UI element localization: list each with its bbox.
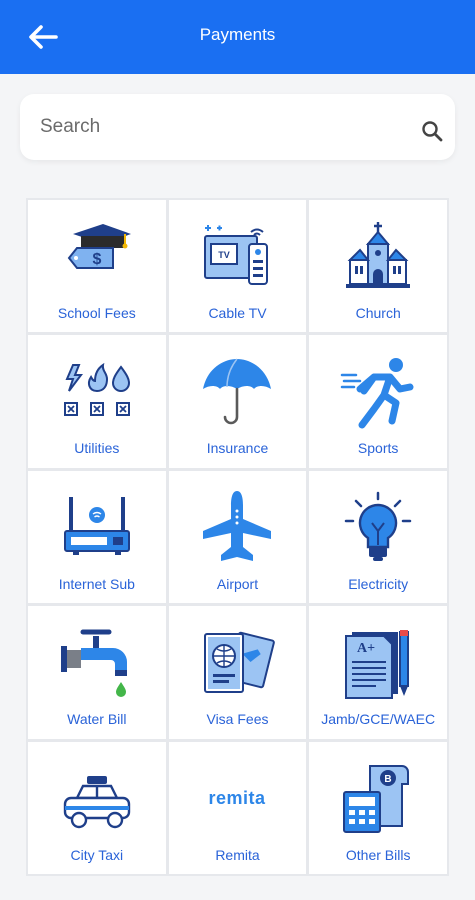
category-label: School Fees [57, 305, 136, 321]
category-label: Airport [216, 575, 259, 592]
page-title: Payments [199, 25, 276, 44]
runner-icon [340, 358, 414, 429]
category-remita[interactable]: remita Remita [168, 741, 307, 874]
search-bar [20, 94, 455, 160]
svg-text:remita: remita [209, 788, 267, 808]
category-city-taxi[interactable]: City Taxi [28, 741, 166, 874]
router-icon [63, 496, 130, 555]
school-fees-icon: $ [67, 224, 131, 269]
category-airport[interactable]: Airport [168, 470, 307, 604]
utilities-icon [63, 363, 130, 417]
bills-calculator-icon: B [343, 764, 410, 833]
category-sports[interactable]: Sports [309, 335, 447, 468]
category-label: Jamb/GCE/WAEC [321, 711, 436, 728]
lightbulb-icon [344, 491, 412, 561]
category-visa-fees[interactable]: Visa Fees [168, 606, 307, 739]
category-utilities[interactable]: Utilities [28, 335, 166, 468]
category-label: Insurance [206, 440, 269, 457]
church-icon [346, 222, 411, 288]
category-water-bill[interactable]: Water Bill [28, 606, 166, 739]
category-church[interactable]: Church [309, 200, 447, 333]
category-internet-sub[interactable]: Internet Sub [28, 470, 166, 604]
category-insurance[interactable]: Insurance [168, 335, 307, 468]
search-icon[interactable] [420, 119, 444, 143]
exam-paper-icon: A+ [345, 630, 410, 700]
water-tap-icon [60, 629, 127, 698]
category-label: Water Bill [67, 711, 127, 728]
passport-icon [204, 631, 276, 694]
category-school-fees[interactable]: $ School Fees [28, 200, 166, 333]
taxi-icon [63, 775, 131, 828]
category-jamb-gce-waec[interactable]: A+ Jamb/GCE/WAEC [309, 606, 447, 739]
airplane-icon [203, 490, 272, 561]
category-label: Internet Sub [58, 575, 135, 592]
category-label: City Taxi [70, 846, 124, 863]
category-label: Visa Fees [206, 711, 269, 728]
svg-text:TV: TV [219, 250, 231, 260]
app-bar: Payments [0, 0, 475, 74]
category-label: Cable TV [208, 305, 267, 321]
category-label: Remita [215, 846, 260, 863]
category-cable-tv[interactable]: TV Cable TV [168, 200, 307, 333]
svg-text:B: B [385, 774, 392, 785]
category-label: Electricity [348, 575, 409, 592]
category-label: Other Bills [345, 846, 411, 863]
svg-text:$: $ [92, 251, 101, 268]
svg-text:A+: A+ [357, 641, 375, 656]
category-label: Church [355, 305, 401, 321]
remita-logo: remita [209, 788, 267, 808]
payment-categories-grid: $ School Fees TV Cable TV Church Utiliti… [26, 198, 449, 876]
search-input[interactable] [40, 112, 410, 142]
category-other-bills[interactable]: B Other Bills [309, 741, 447, 874]
cable-tv-icon: TV [204, 225, 269, 285]
category-electricity[interactable]: Electricity [309, 470, 447, 604]
category-label: Sports [357, 440, 399, 457]
umbrella-icon [203, 358, 272, 425]
category-label: Utilities [74, 440, 120, 457]
